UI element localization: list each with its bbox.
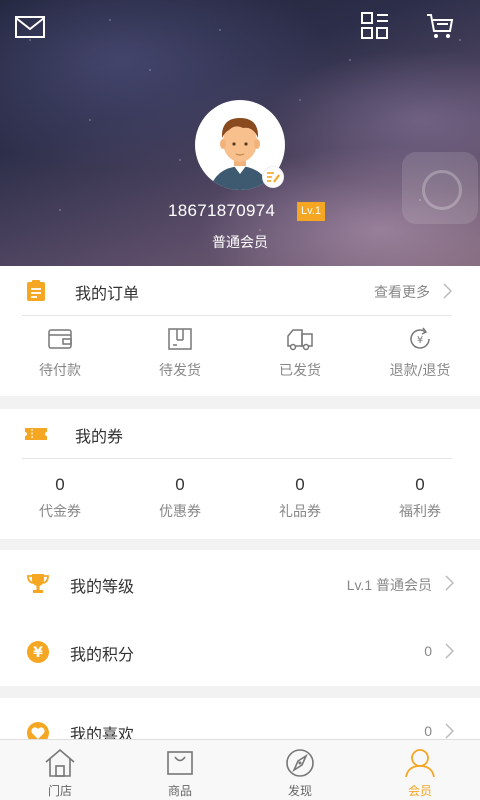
order-status-label: 已发货 — [279, 363, 321, 379]
coupon-cash[interactable]: 0 代金券 — [0, 475, 120, 521]
floating-assistive-button[interactable] — [402, 152, 478, 224]
orders-card: 我的订单 查看更多 待付款 待发货 已发货 ¥ 退款/退货 — [0, 266, 480, 396]
tab-label: 门店 — [47, 784, 72, 798]
heart-icon — [27, 722, 49, 739]
order-status-label: 待发货 — [159, 363, 201, 379]
coupons-title: 我的券 — [75, 427, 124, 446]
row-my-points[interactable]: ¥ 我的积分 0 — [0, 618, 480, 686]
yen-coin-icon: ¥ — [27, 641, 49, 663]
row-value: Lv.1 普通会员 — [346, 577, 432, 593]
chevron-right-icon — [443, 283, 452, 299]
shopping-bag-icon — [167, 751, 193, 775]
order-status-label: 退款/退货 — [389, 363, 451, 379]
coupon-welfare[interactable]: 0 福利券 — [360, 475, 480, 521]
row-my-level[interactable]: 我的等级 Lv.1 普通会员 — [0, 550, 480, 618]
row-my-favorites[interactable]: 我的喜欢 0 — [0, 698, 480, 739]
order-status-grid: 待付款 待发货 已发货 ¥ 退款/退货 — [0, 326, 480, 380]
coupon-grid: 0 代金券 0 优惠券 0 礼品券 0 福利券 — [0, 475, 480, 521]
qr-code-icon[interactable] — [360, 11, 390, 41]
coupon-label: 福利券 — [399, 504, 441, 520]
order-status-shipped[interactable]: 已发货 — [240, 326, 360, 380]
profile-header: 18671870974 Lv.1 普通会员 — [0, 0, 480, 266]
wallet-icon — [48, 329, 72, 349]
tab-label: 发现 — [287, 784, 312, 798]
coupon-count: 0 — [175, 475, 185, 494]
tab-label: 商品 — [167, 784, 192, 798]
row-title: 我的等级 — [70, 577, 135, 596]
cart-icon[interactable] — [425, 11, 455, 41]
user-icon — [405, 749, 435, 778]
row-value: 0 — [424, 643, 432, 659]
coupons-header[interactable]: 我的券 — [22, 409, 452, 459]
edit-profile-icon[interactable] — [262, 166, 284, 188]
coupon-label: 优惠券 — [159, 504, 201, 520]
row-title: 我的积分 — [70, 645, 135, 664]
tab-store[interactable]: 门店 — [0, 740, 120, 800]
compass-icon — [286, 749, 314, 777]
orders-title: 我的订单 — [75, 284, 140, 303]
chevron-right-icon — [445, 575, 454, 591]
chevron-right-icon — [445, 723, 454, 739]
svg-text:¥: ¥ — [417, 335, 423, 346]
coupon-gift[interactable]: 0 礼品券 — [240, 475, 360, 521]
store-icon — [45, 748, 75, 777]
coupon-label: 代金券 — [39, 504, 81, 520]
user-phone: 18671870974 — [168, 201, 276, 220]
chevron-right-icon — [445, 643, 454, 659]
favorites-card: 我的喜欢 0 — [0, 698, 480, 739]
coupon-count: 0 — [295, 475, 305, 494]
tab-products[interactable]: 商品 — [120, 740, 240, 800]
clipboard-icon — [27, 280, 45, 301]
bottom-tab-bar: 门店 商品 发现 会员 — [0, 739, 480, 800]
level-badge: Lv.1 — [297, 202, 325, 221]
coupon-count: 0 — [415, 475, 425, 494]
coupon-discount[interactable]: 0 优惠券 — [120, 475, 240, 521]
row-value: 0 — [424, 723, 432, 739]
order-status-pending-payment[interactable]: 待付款 — [0, 326, 120, 380]
mail-icon[interactable] — [15, 12, 45, 42]
truck-icon — [287, 329, 313, 351]
order-status-label: 待付款 — [39, 363, 81, 379]
member-type: 普通会员 — [212, 235, 268, 251]
view-more-link[interactable]: 查看更多 — [374, 282, 430, 302]
tab-member[interactable]: 会员 — [360, 740, 480, 800]
box-icon — [168, 328, 192, 350]
coupons-card: 我的券 0 代金券 0 优惠券 0 礼品券 0 福利券 — [0, 409, 480, 539]
order-status-pending-shipment[interactable]: 待发货 — [120, 326, 240, 380]
trophy-icon — [27, 574, 49, 593]
tab-discover[interactable]: 发现 — [240, 740, 360, 800]
tab-label: 会员 — [407, 784, 432, 798]
ticket-icon — [25, 428, 47, 440]
coupon-label: 礼品券 — [279, 504, 321, 520]
svg-text:¥: ¥ — [33, 645, 43, 661]
row-title: 我的喜欢 — [70, 725, 135, 739]
member-info-card: 我的等级 Lv.1 普通会员 ¥ 我的积分 0 — [0, 550, 480, 686]
coupon-count: 0 — [55, 475, 65, 494]
refund-icon: ¥ — [410, 327, 430, 349]
orders-header[interactable]: 我的订单 查看更多 — [22, 266, 452, 316]
order-status-refund[interactable]: ¥ 退款/退货 — [360, 326, 480, 380]
